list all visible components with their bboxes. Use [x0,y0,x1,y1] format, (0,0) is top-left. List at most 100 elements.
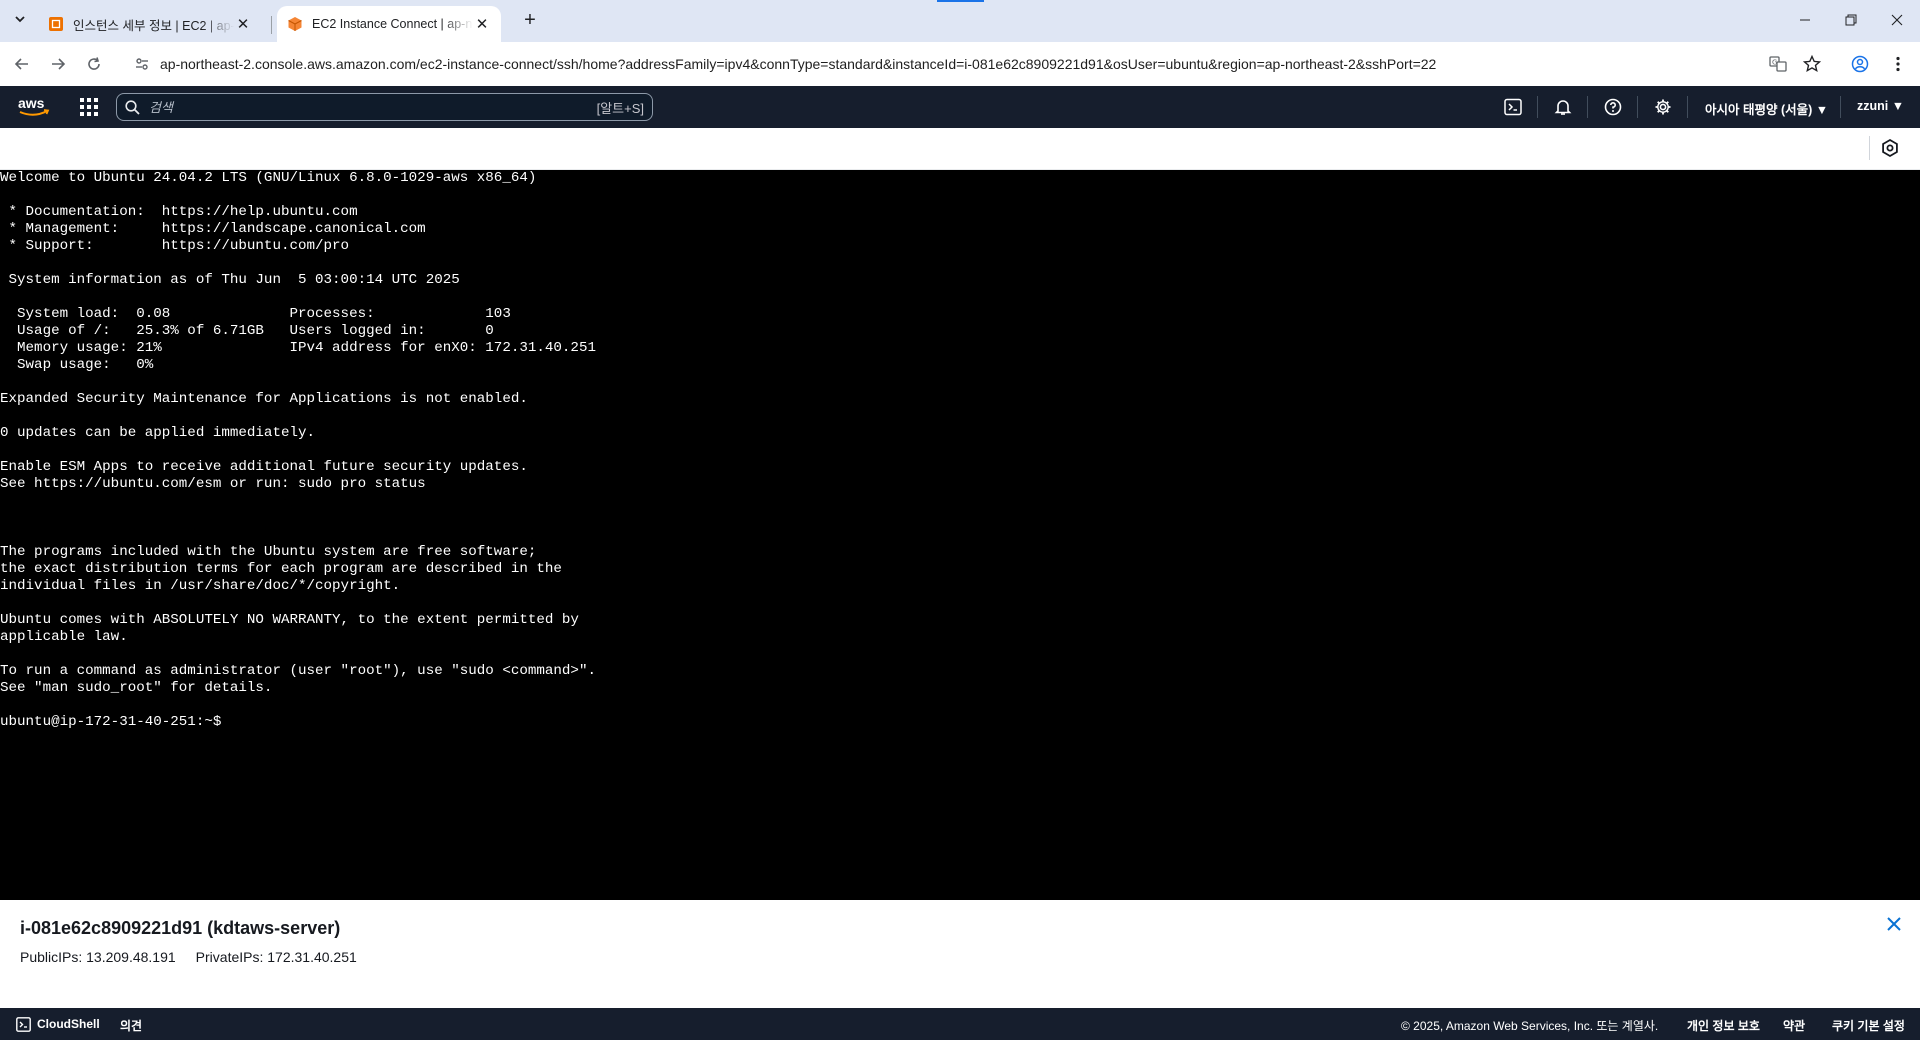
aws-logo-icon[interactable]: aws [18,95,50,119]
privacy-link[interactable]: 개인 정보 보호 [1687,1017,1760,1034]
header-divider [1537,96,1538,118]
instance-info-panel: i-081e62c8909221d91 (kdtaws-server) Publ… [0,900,1920,1008]
terminal-line: * Documentation: https://help.ubuntu.com [0,204,358,220]
terminal-line: System load: 0.08 Processes: 103 [0,306,511,322]
cookie-preferences-link[interactable]: 쿠키 기본 설정 [1832,1017,1905,1034]
minimize-window-button[interactable] [1782,0,1828,40]
translate-icon[interactable]: G [1764,50,1792,78]
terminal-line: * Management: https://landscape.canonica… [0,221,426,237]
terminal-line: the exact distribution terms for each pr… [0,561,562,577]
instance-ip-info: PublicIPs: 13.209.48.191 PrivateIPs: 172.… [20,949,357,965]
instance-title: i-081e62c8909221d91 (kdtaws-server) [20,918,341,938]
public-ips: PublicIPs: 13.209.48.191 [20,949,176,965]
browser-tab-instance-details[interactable]: 인스턴스 세부 정보 | EC2 | ap-northeast-2 ✕ [38,6,262,42]
search-input[interactable] [147,98,597,116]
chevron-down-icon [14,13,26,28]
profile-icon[interactable] [1846,50,1874,78]
tab-separator [271,16,272,34]
copyright-text: © 2025, Amazon Web Services, Inc. 또는 계열사… [1401,1019,1659,1033]
terminal-line: Swap usage: 0% [0,357,154,373]
aws-ec2-favicon-icon [48,16,64,32]
new-tab-button[interactable]: + [518,8,542,32]
region-selector[interactable]: 아시아 태평양 (서울) ▼ [1705,99,1828,118]
tab-title: 인스턴스 세부 정보 | EC2 | ap-northeast-2 [73,18,234,33]
bookmark-star-icon[interactable] [1798,50,1826,78]
browser-tab-bar: 인스턴스 세부 정보 | EC2 | ap-northeast-2 ✕ EC2 … [0,0,1920,42]
browser-tab-instance-connect[interactable]: EC2 Instance Connect | ap-northeast-2 ✕ [277,6,501,42]
terminal-line: Ubuntu comes with ABSOLUTELY NO WARRANTY… [0,612,579,628]
svg-text:G: G [1772,59,1777,67]
close-panel-icon[interactable] [1882,912,1906,936]
terminal-line: Expanded Security Maintenance for Applic… [0,391,528,407]
services-grid-icon[interactable] [80,98,98,116]
address-bar[interactable]: ap-northeast-2.console.aws.amazon.com/ec… [124,47,1824,81]
terminal-line: See "man sudo_root" for details. [0,680,273,696]
terminal-line: 0 updates can be applied immediately. [0,425,316,441]
tab-group-indicator [937,0,984,2]
header-divider [1687,96,1688,118]
aws-console-header: aws [알트+S] 아시아 태평양 (서울) ▼ zzuni ▼ [0,86,1920,128]
browser-toolbar: ap-northeast-2.console.aws.amazon.com/ec… [0,42,1920,86]
close-tab-icon[interactable]: ✕ [234,15,252,33]
terminal-line: ubuntu@ip-172-31-40-251:~$ [0,714,230,730]
terminal-line: The programs included with the Ubuntu sy… [0,544,537,560]
cloudshell-icon[interactable] [1502,96,1524,118]
terminal-line: * Support: https://ubuntu.com/pro [0,238,350,254]
search-icon [125,99,147,115]
terminal-output: Welcome to Ubuntu 24.04.2 LTS (GNU/Linux… [0,170,596,731]
feedback-link[interactable]: 의견 [120,1017,142,1034]
content-subheader [0,128,1920,170]
terminal-line: See https://ubuntu.com/esm or run: sudo … [0,476,426,492]
terminal-line: Welcome to Ubuntu 24.04.2 LTS (GNU/Linux… [0,170,537,186]
aws-cube-favicon-icon [287,16,303,32]
forward-button[interactable] [44,50,72,78]
header-divider [1840,96,1841,118]
svg-text:aws: aws [18,95,45,111]
tab-title: EC2 Instance Connect | ap-northeast-2 [312,17,473,31]
terminal-line: applicable law. [0,629,128,645]
terminal-line: System information as of Thu Jun 5 03:00… [0,272,460,288]
back-button[interactable] [8,50,36,78]
terms-link[interactable]: 약관 [1783,1017,1805,1034]
cloudshell-footer-icon [16,1017,31,1032]
cloudshell-link[interactable]: CloudShell [37,1017,100,1031]
preferences-icon[interactable] [1880,138,1900,158]
header-divider [1587,96,1588,118]
url-text: ap-northeast-2.console.aws.amazon.com/ec… [160,56,1437,72]
notifications-bell-icon[interactable] [1552,96,1574,118]
close-tab-icon[interactable]: ✕ [473,15,491,33]
console-search[interactable]: [알트+S] [116,93,653,121]
close-window-button[interactable] [1874,0,1920,40]
aws-console-footer: CloudShell 의견 © 2025, Amazon Web Service… [0,1008,1920,1040]
terminal-line: Memory usage: 21% IPv4 address for enX0:… [0,340,596,356]
tab-search-button[interactable] [8,7,32,33]
settings-gear-icon[interactable] [1652,96,1674,118]
terminal-line: Enable ESM Apps to receive additional fu… [0,459,528,475]
terminal-line: individual files in /usr/share/doc/*/cop… [0,578,401,594]
terminal-line: Usage of /: 25.3% of 6.71GB Users logged… [0,323,494,339]
help-icon[interactable] [1602,96,1624,118]
terminal-line: To run a command as administrator (user … [0,663,596,679]
ssh-terminal[interactable]: Welcome to Ubuntu 24.04.2 LTS (GNU/Linux… [0,170,1920,900]
account-menu[interactable]: zzuni ▼ [1857,99,1904,113]
reload-button[interactable] [80,50,108,78]
private-ips: PrivateIPs: 172.31.40.251 [195,949,357,965]
browser-menu-icon[interactable] [1884,50,1912,78]
search-shortcut-hint: [알트+S] [596,100,644,116]
restore-window-button[interactable] [1828,0,1874,40]
site-info-icon[interactable] [130,56,154,72]
subheader-divider [1869,136,1870,160]
header-divider [1637,96,1638,118]
